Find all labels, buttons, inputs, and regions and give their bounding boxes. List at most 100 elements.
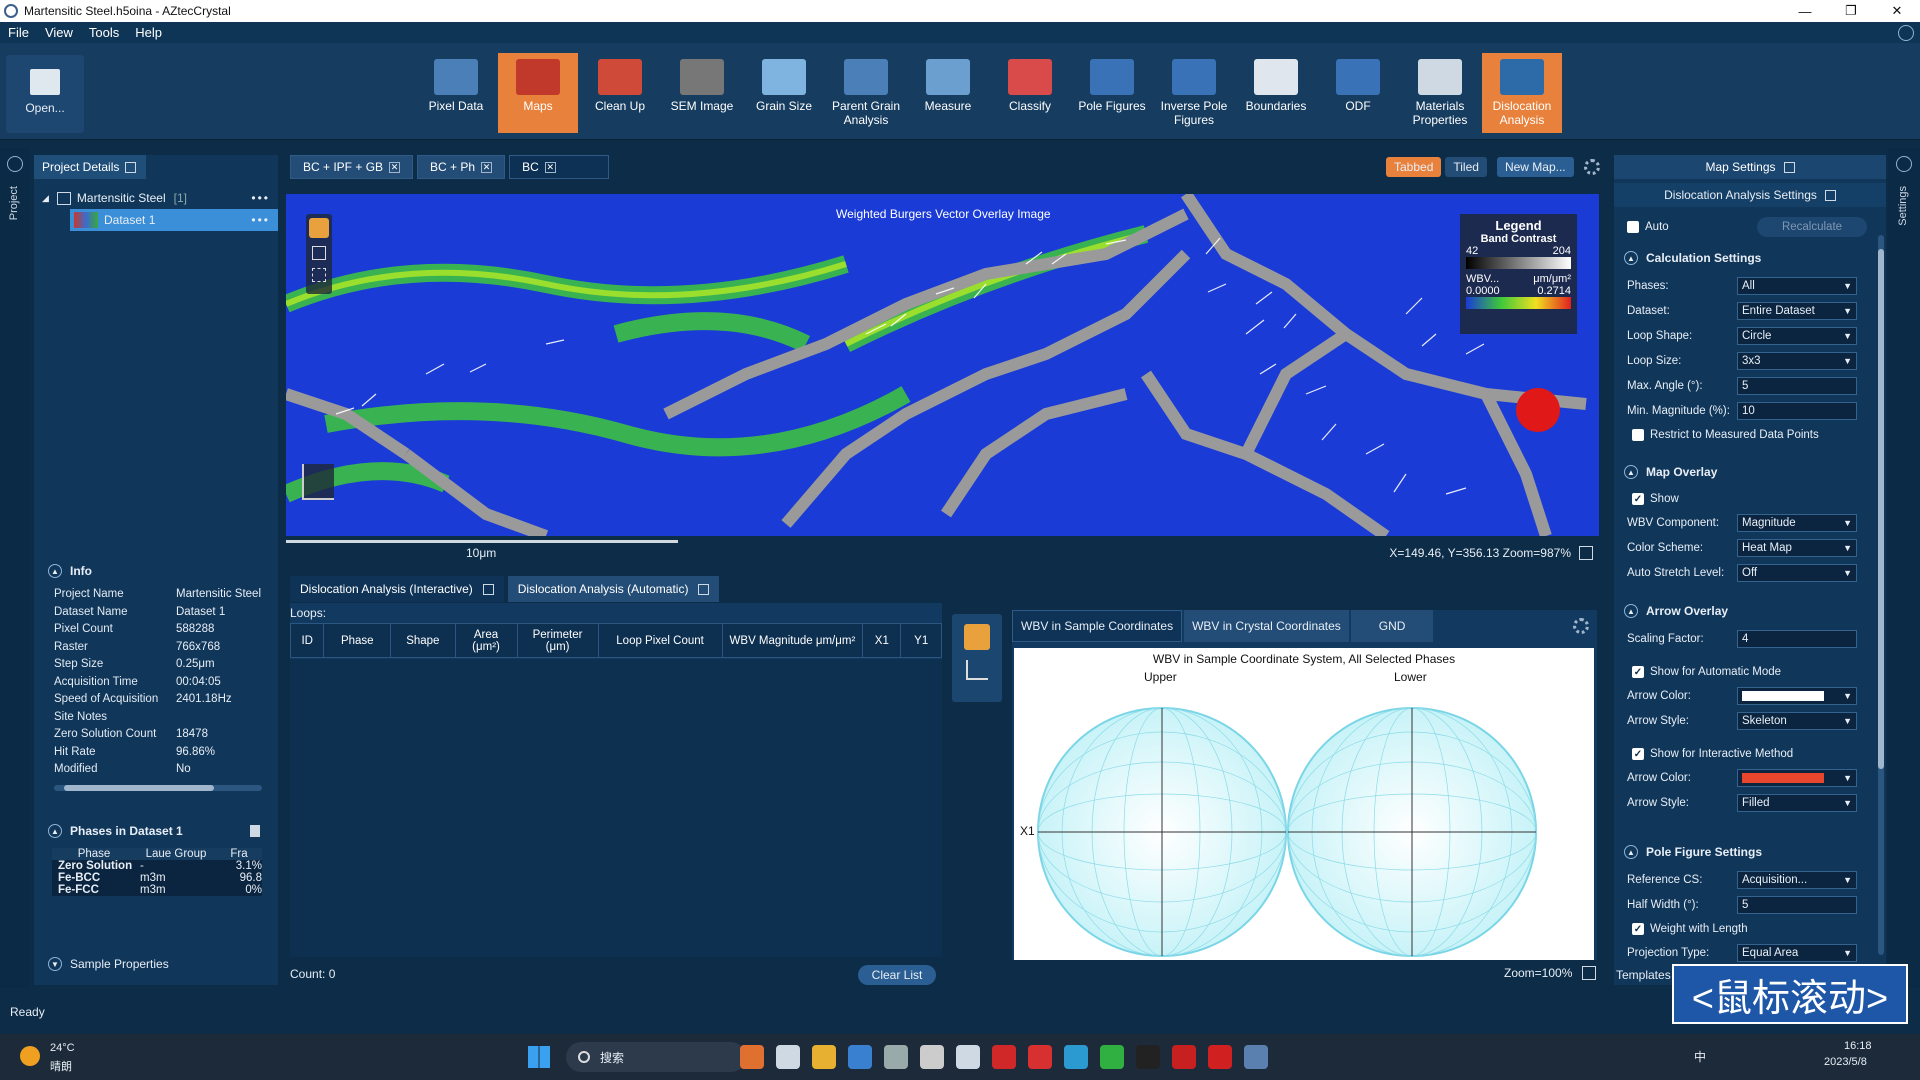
tiled-button[interactable]: Tiled xyxy=(1445,157,1487,177)
weather-icon[interactable] xyxy=(20,1046,40,1066)
menu-help[interactable]: Help xyxy=(127,25,170,40)
menu-file[interactable]: File xyxy=(0,25,37,40)
arrow-overlay-header[interactable]: ▲ Arrow Overlay xyxy=(1624,604,1728,618)
ime-indicator[interactable]: 中 xyxy=(1694,1048,1706,1065)
settings-icon[interactable] xyxy=(884,1045,908,1069)
reference-cs-dropdown[interactable]: Acquisition... ▼ xyxy=(1737,871,1857,889)
calculator-icon[interactable] xyxy=(956,1045,980,1069)
tab-bc-ph[interactable]: BC + Ph ✕ xyxy=(417,155,506,179)
maximize-button[interactable]: ❐ xyxy=(1828,0,1874,22)
file-explorer-icon[interactable] xyxy=(812,1045,836,1069)
toolbar-pole-figures-button[interactable]: Pole Figures xyxy=(1072,53,1152,133)
open-button[interactable]: Open... xyxy=(6,55,84,133)
collapse-icon[interactable]: ▲ xyxy=(1624,251,1638,265)
popout-icon[interactable] xyxy=(1824,189,1836,201)
close-button[interactable]: ✕ xyxy=(1874,0,1920,22)
project-rail-tab[interactable]: Project xyxy=(8,186,20,220)
zoom-rect-icon[interactable] xyxy=(312,246,326,260)
loops-col-header[interactable]: Shape xyxy=(390,623,456,658)
auto-checkbox[interactable] xyxy=(1627,221,1639,233)
recalculate-button[interactable]: Recalculate xyxy=(1757,217,1867,237)
toolbar-measure-button[interactable]: Measure xyxy=(908,53,988,133)
scaling-factor-input[interactable]: 4 xyxy=(1737,630,1857,648)
app-icon[interactable] xyxy=(920,1045,944,1069)
toolbar-clean-up-button[interactable]: Clean Up xyxy=(580,53,660,133)
settings-rail-tab[interactable]: Settings xyxy=(1897,186,1909,226)
toolbar-inverse-pole-figures-button[interactable]: Inverse Pole Figures xyxy=(1154,53,1234,133)
pole-figure-settings-header[interactable]: ▲ Pole Figure Settings xyxy=(1624,845,1762,859)
min-magnitude-input[interactable]: 10 xyxy=(1737,402,1857,420)
tab-dislocation-automatic[interactable]: Dislocation Analysis (Automatic) xyxy=(507,576,720,602)
zoom-area-icon[interactable] xyxy=(312,268,326,282)
inter-arrow-style-dropdown[interactable]: Filled ▼ xyxy=(1737,794,1857,812)
netease-music-icon[interactable] xyxy=(1028,1045,1052,1069)
toolbar-pixel-data-button[interactable]: Pixel Data xyxy=(416,53,496,133)
popout-icon[interactable] xyxy=(698,583,710,595)
auto-arrow-style-dropdown[interactable]: Skeleton ▼ xyxy=(1737,712,1857,730)
recorder-icon[interactable] xyxy=(1208,1045,1232,1069)
loop-size-dropdown[interactable]: 3x3 ▼ xyxy=(1737,352,1857,370)
max-angle-input[interactable]: 5 xyxy=(1737,377,1857,395)
collapse-info-icon[interactable]: ▲ xyxy=(48,564,62,578)
help-icon[interactable] xyxy=(1898,24,1914,41)
loops-col-header[interactable]: Loop Pixel Count xyxy=(597,623,723,658)
fit-to-window-icon[interactable] xyxy=(1579,546,1593,560)
wechat-icon[interactable] xyxy=(1100,1045,1124,1069)
start-button[interactable] xyxy=(528,1046,550,1068)
tabbed-button[interactable]: Tabbed xyxy=(1386,157,1442,177)
toolbar-dislocation-analysis-button[interactable]: Dislocation Analysis xyxy=(1482,53,1562,133)
phase-row[interactable]: Fe-BCC m3m 96.8 xyxy=(52,872,262,884)
pole-figure-canvas[interactable]: WBV in Sample Coordinate System, All Sel… xyxy=(1014,648,1594,960)
dataset-dropdown[interactable]: Entire Dataset ▼ xyxy=(1737,302,1857,320)
qq-icon[interactable] xyxy=(1136,1045,1160,1069)
edge-icon[interactable] xyxy=(1064,1045,1088,1069)
phases-dropdown[interactable]: All ▼ xyxy=(1737,277,1857,295)
info-scrollbar[interactable] xyxy=(54,784,262,791)
restrict-checkbox[interactable] xyxy=(1632,429,1644,441)
tab-wbv-crystal[interactable]: WBV in Crystal Coordinates xyxy=(1184,610,1349,642)
templates-label[interactable]: Templates xyxy=(1616,968,1671,982)
more-icon[interactable]: ••• xyxy=(251,191,270,205)
collapse-icon[interactable]: ▲ xyxy=(1624,604,1638,618)
loops-col-header[interactable]: ID xyxy=(289,623,325,658)
toolbar-maps-button[interactable]: Maps xyxy=(498,53,578,133)
map-view[interactable] xyxy=(286,194,1599,536)
pan-hand-icon[interactable] xyxy=(309,218,329,238)
loops-col-header[interactable]: Y1 xyxy=(900,623,942,658)
popout-icon[interactable] xyxy=(482,583,494,595)
inter-arrow-color-picker[interactable]: ▼ xyxy=(1737,769,1857,787)
app-fox-icon[interactable] xyxy=(740,1045,764,1069)
expand-sample-icon[interactable]: ▼ xyxy=(48,957,62,971)
collapse-right-icon[interactable] xyxy=(1896,156,1912,172)
loops-col-header[interactable]: X1 xyxy=(862,623,902,658)
show-auto-checkbox[interactable]: ✓ xyxy=(1632,666,1644,678)
laue-col-header[interactable]: Laue Group xyxy=(136,848,216,860)
projection-dropdown[interactable]: Equal Area ▼ xyxy=(1737,944,1857,962)
loops-col-header[interactable]: WBV Magnitude μm/μm² xyxy=(721,623,864,658)
loops-col-header[interactable]: Phase xyxy=(323,623,392,658)
tab-bc-ipf-gb[interactable]: BC + IPF + GB ✕ xyxy=(290,155,414,179)
toolbar-boundaries-button[interactable]: Boundaries xyxy=(1236,53,1316,133)
weight-checkbox[interactable]: ✓ xyxy=(1632,923,1644,935)
menu-view[interactable]: View xyxy=(37,25,81,40)
settings-scrollbar[interactable] xyxy=(1878,235,1884,955)
collapse-phases-icon[interactable]: ▲ xyxy=(48,824,62,838)
collapse-left-icon[interactable] xyxy=(7,156,23,172)
calculation-settings-header[interactable]: ▲ Calculation Settings xyxy=(1624,251,1761,265)
toolbar-parent-grain-button[interactable]: Parent Grain Analysis xyxy=(826,53,906,133)
loop-shape-dropdown[interactable]: Circle ▼ xyxy=(1737,327,1857,345)
pf-fit-icon[interactable] xyxy=(1582,966,1596,980)
fraction-col-header[interactable]: Fra xyxy=(216,848,262,860)
tab-wbv-sample[interactable]: WBV in Sample Coordinates xyxy=(1012,610,1183,642)
aztec-crystal-icon[interactable] xyxy=(1244,1045,1268,1069)
toolbar-materials-properties-button[interactable]: Materials Properties xyxy=(1400,53,1480,133)
auto-stretch-dropdown[interactable]: Off ▼ xyxy=(1737,564,1857,582)
close-tab-icon[interactable]: ✕ xyxy=(389,161,401,173)
new-map-button[interactable]: New Map... xyxy=(1496,157,1574,177)
loops-col-header[interactable]: Area (μm²) xyxy=(454,623,518,658)
pan-hand-icon[interactable] xyxy=(964,624,990,650)
phase-row[interactable]: Fe-FCC m3m 0% xyxy=(52,884,262,896)
map-overlay-header[interactable]: ▲ Map Overlay xyxy=(1624,465,1717,479)
calendar-icon[interactable] xyxy=(848,1045,872,1069)
phase-list-icon[interactable] xyxy=(250,825,260,837)
